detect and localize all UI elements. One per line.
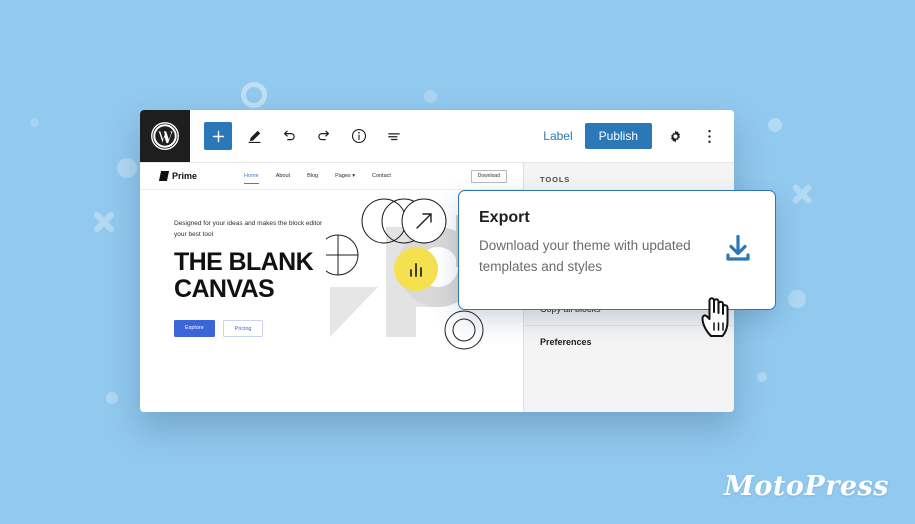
brand-name: Prime — [172, 171, 198, 181]
nav-link-blog[interactable]: Blog — [307, 173, 318, 179]
deco-dot — [768, 118, 782, 132]
deco-dot — [106, 392, 118, 404]
deco-dot — [757, 372, 767, 382]
nav-link-contact[interactable]: Contact — [372, 173, 391, 179]
export-description: Download your theme with updated templat… — [479, 238, 691, 274]
download-icon[interactable] — [723, 233, 753, 268]
editor-toolbar: Label Publish — [140, 110, 734, 163]
deco-dot — [424, 90, 437, 103]
wordpress-icon[interactable] — [140, 110, 190, 162]
pointing-hand-cursor — [698, 292, 738, 345]
site-download-button[interactable]: Download — [470, 169, 507, 183]
deco-x — [91, 209, 117, 235]
site-brand: Prime — [158, 171, 198, 181]
nav-link-about[interactable]: About — [276, 173, 290, 179]
kebab-menu-icon[interactable] — [698, 125, 720, 147]
add-block-button[interactable] — [204, 122, 232, 150]
panel-heading-tools: TOOLS — [540, 175, 571, 184]
hero-kicker: Designed for your ideas and makes the bl… — [174, 220, 323, 239]
pricing-button[interactable]: Pricing — [222, 320, 264, 338]
deco-ring — [241, 82, 267, 108]
brand-mark-icon — [158, 171, 170, 181]
deco-dot — [117, 158, 137, 178]
redo-button[interactable] — [311, 123, 337, 149]
site-navbar: Prime Home About Blog Pages ▾ Contact Do… — [140, 163, 523, 190]
bar-chart-icon — [394, 247, 438, 291]
ring-icon — [444, 310, 484, 350]
gear-icon[interactable] — [664, 125, 686, 147]
export-title: Export — [479, 209, 530, 226]
quadrant-circle-icon — [326, 234, 359, 276]
deco-dot — [30, 118, 39, 127]
site-nav-links: Home About Blog Pages ▾ Contact — [244, 173, 391, 184]
toolbar-actions: Label Publish — [543, 110, 734, 162]
toolbar-tools — [190, 110, 407, 162]
deco-dot — [788, 290, 806, 308]
details-button[interactable] — [346, 123, 372, 149]
deco-x — [790, 182, 814, 206]
undo-button[interactable] — [276, 123, 302, 149]
edit-tool-button[interactable] — [241, 123, 267, 149]
nav-link-pages[interactable]: Pages ▾ — [335, 173, 355, 179]
publish-button[interactable]: Publish — [584, 123, 652, 149]
list-view-button[interactable] — [381, 123, 407, 149]
label-button[interactable]: Label — [543, 129, 572, 143]
nav-link-home[interactable]: Home — [244, 173, 259, 184]
explore-button[interactable]: Explore — [174, 320, 215, 338]
motopress-logo: MotoPress — [724, 471, 889, 502]
